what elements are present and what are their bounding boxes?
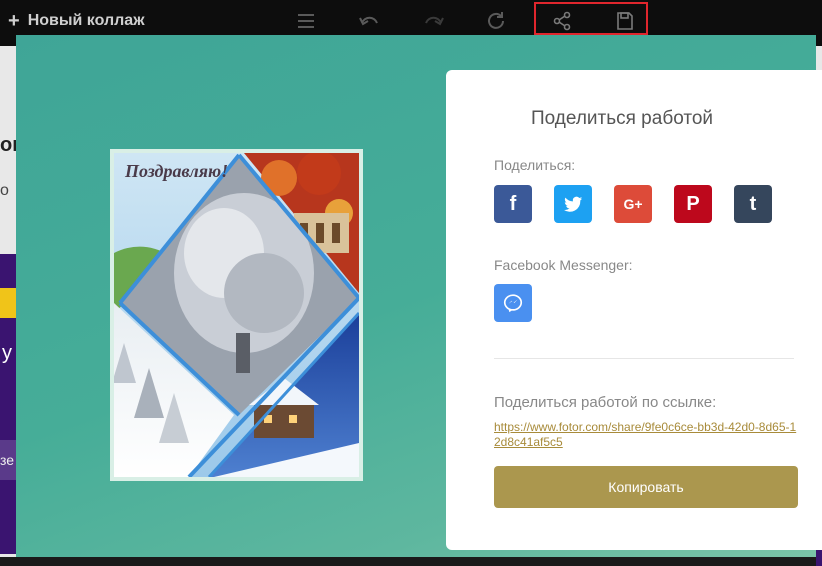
copy-button[interactable]: Копировать <box>494 466 798 508</box>
twitter-share-button[interactable] <box>554 185 592 223</box>
redo-icon[interactable] <box>422 9 446 33</box>
new-collage-label: Новый коллаж <box>27 12 145 29</box>
share-panel-title: Поделиться работой <box>530 108 714 129</box>
collage-preview: Поздравляю! <box>110 149 363 481</box>
link-label: Поделиться работой по ссылке: <box>494 394 717 411</box>
refresh-icon[interactable] <box>484 9 508 33</box>
undo-icon[interactable] <box>357 9 381 33</box>
messenger-icon <box>503 294 523 313</box>
pinterest-icon: P <box>686 192 700 215</box>
background-left-panel: ок о у зе <box>0 46 22 557</box>
twitter-icon <box>563 196 583 212</box>
tumblr-icon: t <box>749 192 757 215</box>
share-label: Поделиться: <box>494 157 576 173</box>
menu-icon[interactable] <box>294 9 318 33</box>
collage-greeting-text: Поздравляю! <box>125 161 229 181</box>
bg-text-4: зе <box>0 452 15 468</box>
bg-text-3: у <box>2 342 12 364</box>
share-panel: Поделиться работой Поделиться: f G+ P t … <box>446 70 822 550</box>
pinterest-share-button[interactable]: P <box>674 185 712 223</box>
facebook-share-button[interactable]: f <box>494 185 532 223</box>
new-collage-button[interactable]: + Новый коллаж <box>8 10 145 32</box>
tumblr-share-button[interactable]: t <box>734 185 772 223</box>
share-save-highlight <box>534 2 648 35</box>
messenger-share-button[interactable] <box>494 284 532 322</box>
bg-text-2: о <box>0 182 9 199</box>
messenger-label: Facebook Messenger: <box>494 257 633 273</box>
plus-icon: + <box>8 10 20 32</box>
facebook-icon: f <box>509 192 517 215</box>
google-plus-icon: G+ <box>623 196 643 212</box>
google-plus-share-button[interactable]: G+ <box>614 185 652 223</box>
share-link[interactable]: https://www.fotor.com/share/9fe0c6ce-bb3… <box>494 420 799 450</box>
divider <box>494 358 794 359</box>
bg-yellow-button <box>0 288 16 318</box>
